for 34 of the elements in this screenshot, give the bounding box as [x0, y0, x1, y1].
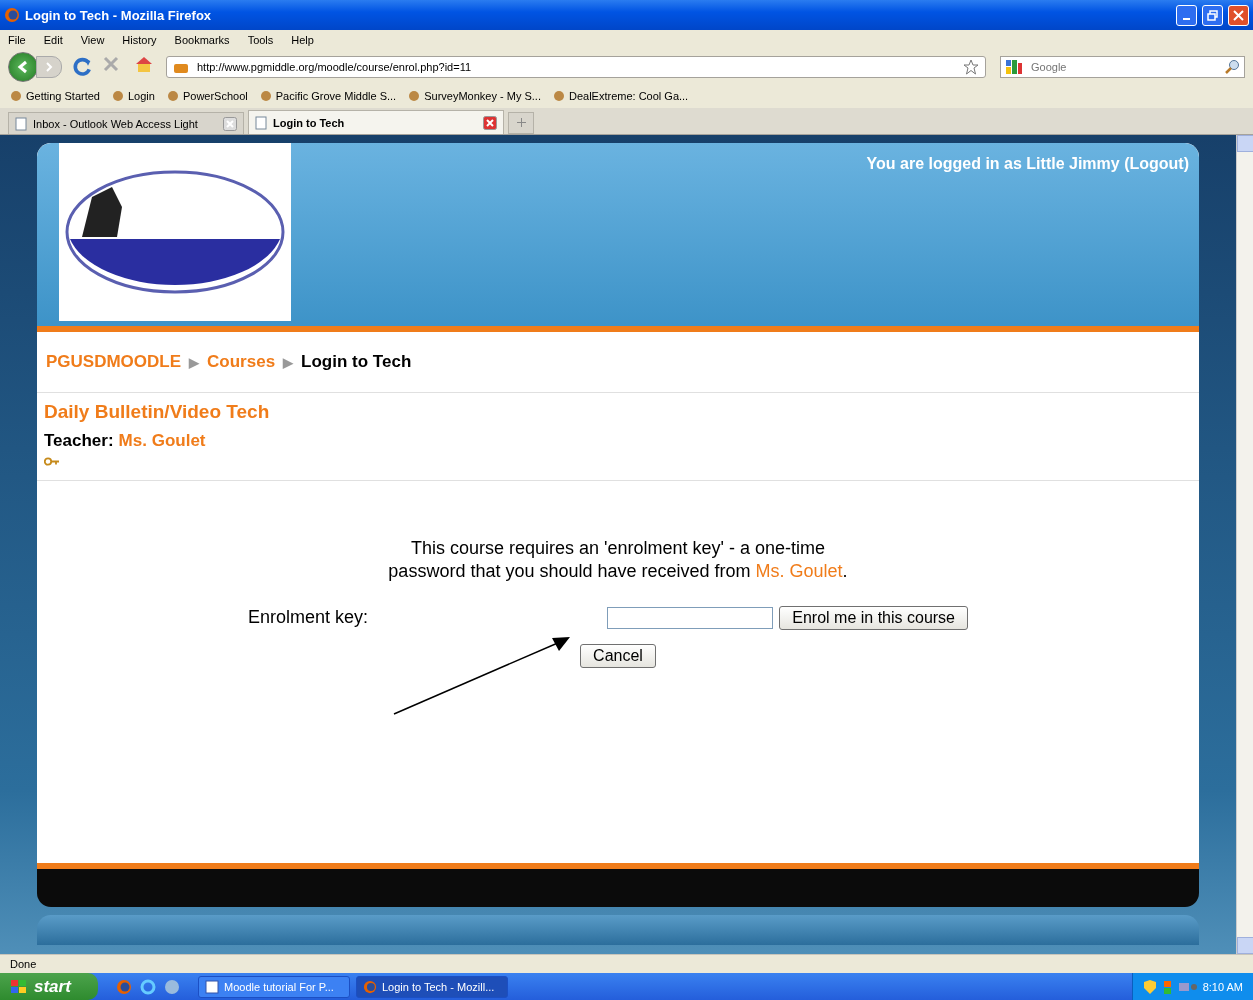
taskbar-button[interactable]: Moodle tutorial For P... — [198, 975, 350, 998]
clock: 8:10 AM — [1202, 980, 1243, 993]
status-text: Done — [10, 958, 37, 970]
course-title: Daily Bulletin/Video Tech — [44, 401, 271, 423]
address-bar[interactable]: http://www.pgmiddle.org/moodle/course/enrol.php?id=11 — [166, 56, 986, 78]
menu-item[interactable]: Edit — [41, 34, 65, 46]
bookmark-link[interactable]: SurveyMonkey - My S... — [424, 90, 541, 102]
bookmark-link[interactable]: Login — [128, 90, 155, 102]
breadcrumb-separator: ▶ — [189, 354, 200, 370]
enrol-button[interactable]: Enrol me in this course — [779, 605, 968, 630]
menu-item[interactable]: History — [120, 34, 159, 46]
enrolment-notice: This course requires an 'enrolment key' - a one-time password that you should have received from Ms. Goulet. — [387, 537, 849, 584]
browser-tab[interactable]: Login to Tech — [248, 110, 504, 134]
enrolment-key-label: Enrolment key: — [248, 607, 370, 629]
search-box[interactable]: Google — [1000, 56, 1245, 78]
bookmark-link[interactable]: DealExtreme: Cool Ga... — [568, 90, 689, 102]
menu-item[interactable]: File — [6, 34, 28, 46]
teacher-label: Teacher: — [44, 431, 114, 451]
login-status: You are logged in as Little Jimmy — [866, 155, 1120, 172]
menu-item[interactable]: Bookmarks — [172, 34, 232, 46]
start-button[interactable]: start — [0, 973, 98, 1000]
menu-item[interactable]: Help — [289, 34, 316, 46]
bookmark-link[interactable]: Getting Started — [26, 90, 100, 102]
taskbar-button[interactable]: Login to Tech - Mozill... — [356, 975, 508, 998]
menu-item[interactable]: Tools — [245, 34, 276, 46]
breadcrumb-current: Login to Tech — [301, 352, 412, 372]
bookmark-link[interactable]: Pacific Grove Middle S... — [275, 90, 397, 102]
window-title: Login to Tech - Mozilla Firefox — [25, 7, 212, 23]
browser-tab[interactable]: Inbox - Outlook Web Access Light — [8, 112, 244, 134]
menu-item[interactable]: View — [78, 34, 107, 46]
breadcrumb-separator: ▶ — [283, 354, 294, 370]
address-field[interactable]: http://www.pgmiddle.org/moodle/course/enrol.php?id=11 — [195, 60, 957, 74]
cancel-button[interactable]: Cancel — [580, 643, 656, 668]
bookmark-link[interactable]: PowerSchool — [182, 90, 248, 102]
